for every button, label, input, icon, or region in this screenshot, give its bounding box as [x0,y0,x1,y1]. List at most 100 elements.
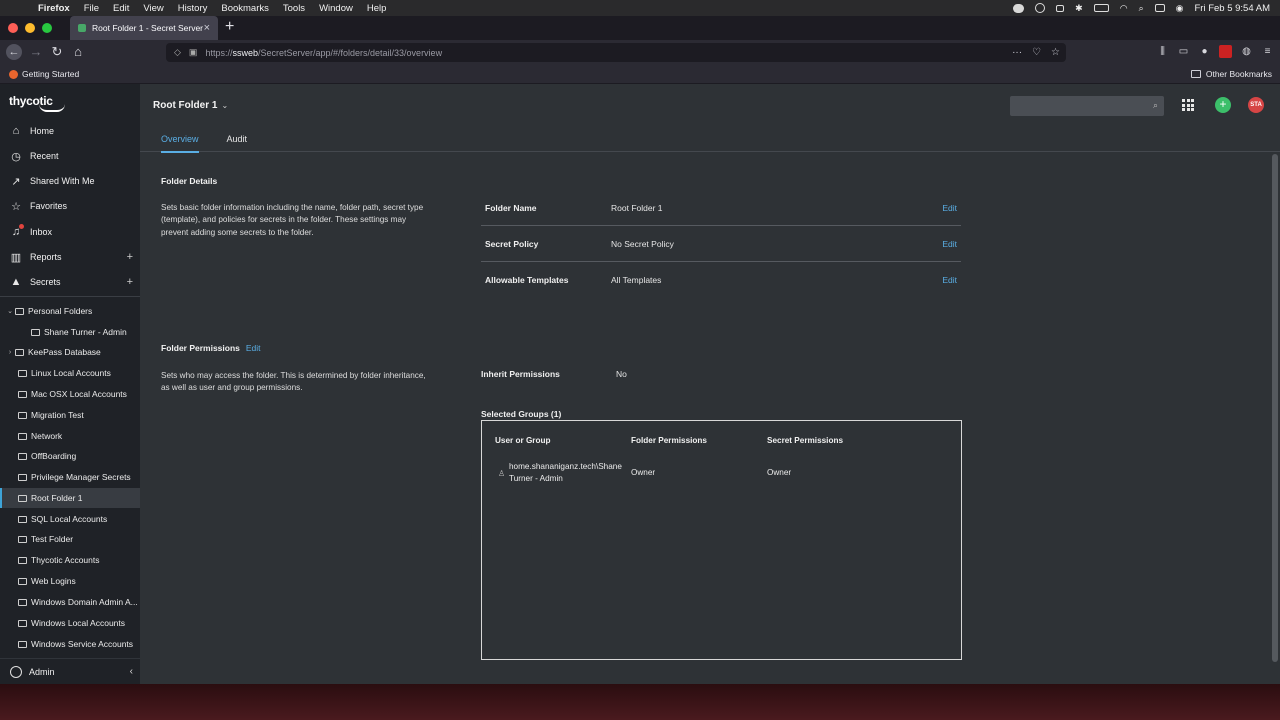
folder-thycotic-accounts[interactable]: Thycotic Accounts [0,550,140,570]
sidebar-item-secrets[interactable]: ▲ Secrets + [0,271,140,293]
home-button[interactable]: ⌂ [70,44,86,60]
add-secret-icon[interactable]: + [127,276,133,288]
control-center-icon[interactable] [1154,4,1165,12]
library-icon[interactable]: ⫼ [1156,45,1169,58]
table-cell-folder-permission[interactable]: Owner [631,467,655,479]
folder-label: OffBoarding [31,451,77,461]
folder-label: Thycotic Accounts [31,555,100,565]
close-window-button[interactable] [8,23,18,33]
folder-shane-turner-admin[interactable]: Shane Turner - Admin [0,322,140,342]
menu-window[interactable]: Window [319,3,353,14]
add-report-icon[interactable]: + [127,251,133,263]
folder-icon [18,577,27,585]
bookmark-getting-started[interactable]: Getting Started [9,69,79,79]
extension-2-icon[interactable]: ◍ [1240,45,1253,58]
bluetooth-icon[interactable]: ✱ [1075,3,1083,14]
page-scrollbar[interactable] [1272,154,1278,662]
forward-button[interactable]: → [28,44,44,60]
sidebar-item-reports[interactable]: ▥ Reports + [0,246,140,268]
sidebar-item-inbox[interactable]: ♫ Inbox [0,221,140,243]
add-button[interactable]: + [1215,97,1231,113]
search-icon[interactable]: ⌕ [1153,100,1158,111]
bookmark-star-icon[interactable]: ☆ [1051,47,1060,58]
sidebar-item-home[interactable]: ⌂ Home [0,120,140,142]
menubar-clock[interactable]: Fri Feb 5 9:54 AM [1194,3,1270,14]
page-actions-icon[interactable]: ··· [1012,47,1022,58]
folder-linux-local-accounts[interactable]: Linux Local Accounts [0,363,140,383]
menu-help[interactable]: Help [367,3,387,14]
extension-icon[interactable] [1219,45,1232,58]
edit-allowable-templates-link[interactable]: Edit [942,275,961,285]
folder-web-logins[interactable]: Web Logins [0,571,140,591]
folder-icon [15,307,24,315]
folder-label: Root Folder 1 [31,493,83,503]
folder-sql-local-accounts[interactable]: SQL Local Accounts [0,509,140,529]
sidebar-item-recent[interactable]: ◷ Recent [0,145,140,167]
battery-icon[interactable] [1093,4,1109,12]
folder-network[interactable]: Network [0,426,140,446]
folder-windows-local-accounts[interactable]: Windows Local Accounts [0,613,140,633]
account-icon[interactable]: ● [1198,45,1211,58]
chevron-down-icon[interactable]: ⌄ [221,101,228,110]
browser-tabbar: Root Folder 1 - Secret Server × + [0,16,1280,40]
table-cell-secret-permission[interactable]: Owner [767,467,791,479]
folder-test-folder[interactable]: Test Folder [0,529,140,549]
folder-label: Personal Folders [28,306,93,316]
minimize-window-button[interactable] [25,23,35,33]
chevron-right-icon[interactable]: › [5,349,15,356]
shield-icon[interactable]: ◇ [174,47,181,58]
menu-view[interactable]: View [143,3,163,14]
folder-windows-service-accounts[interactable]: Windows Service Accounts [0,634,140,654]
folder-keepass-database[interactable]: › KeePass Database [0,342,140,362]
collapse-sidebar-icon[interactable]: ‹ [130,666,133,677]
edit-permissions-link[interactable]: Edit [246,343,261,353]
close-tab-icon[interactable]: × [204,22,210,34]
app-grid-icon[interactable] [1182,99,1194,111]
siri-icon[interactable]: ◉ [1176,3,1184,14]
chevron-down-icon[interactable]: ⌄ [5,307,15,315]
lock-icon[interactable]: ▣ [189,47,198,58]
clock-icon: ◷ [11,150,21,163]
vpn-icon[interactable] [1035,3,1046,13]
thycotic-logo[interactable]: thycotic [9,94,65,112]
user-avatar-icon[interactable] [10,665,22,678]
menu-bookmarks[interactable]: Bookmarks [221,3,269,14]
sidebar-item-favorites[interactable]: ☆ Favorites [0,195,140,217]
page-title[interactable]: Root Folder 1 ⌄ [153,100,228,111]
search-input[interactable]: ⌕ [1010,96,1164,116]
folder-offboarding[interactable]: OffBoarding [0,446,140,466]
cloud-icon[interactable] [1013,3,1025,13]
sidebar-item-shared-with-me[interactable]: ↗ Shared With Me [0,170,140,192]
tab-overview[interactable]: Overview [161,134,199,153]
folder-migration-test[interactable]: Migration Test [0,405,140,425]
footer-user-label[interactable]: Admin [29,667,55,677]
other-bookmarks[interactable]: Other Bookmarks [1190,69,1272,79]
folder-mac-osx-local-accounts[interactable]: Mac OSX Local Accounts [0,384,140,404]
user-avatar[interactable]: STA [1248,97,1264,113]
folder-root-folder-1[interactable]: Root Folder 1 [0,488,140,508]
back-button[interactable]: ← [6,44,22,60]
browser-tab-active[interactable]: Root Folder 1 - Secret Server × [70,16,218,40]
menu-hamburger-icon[interactable]: ≡ [1261,45,1274,58]
table-cell-user[interactable]: home.shananiganz.tech\Shane Turner - Adm… [509,461,625,485]
reload-button[interactable]: ↻ [49,44,65,60]
edit-folder-name-link[interactable]: Edit [942,203,961,213]
url-bar[interactable]: ◇ ▣ https://ssweb/SecretServer/app/#/fol… [166,43,1066,62]
new-tab-button[interactable]: + [225,18,234,36]
menu-app-firefox[interactable]: Firefox [38,3,70,14]
zoom-window-button[interactable] [42,23,52,33]
sidebar-toggle-icon[interactable]: ▭ [1177,45,1190,58]
folder-windows-domain-admin[interactable]: Windows Domain Admin A... [0,592,140,612]
tab-audit[interactable]: Audit [227,134,248,153]
folder-privilege-manager-secrets[interactable]: Privilege Manager Secrets [0,467,140,487]
spotlight-search-icon[interactable]: ⌕ [1139,3,1144,14]
clipboard-icon[interactable] [1056,4,1065,12]
menu-edit[interactable]: Edit [113,3,129,14]
folder-personal-folders[interactable]: ⌄ Personal Folders [0,301,140,321]
wifi-icon[interactable]: ◠ [1120,3,1128,14]
menu-history[interactable]: History [178,3,208,14]
pocket-icon[interactable]: ♡ [1032,47,1041,58]
edit-secret-policy-link[interactable]: Edit [942,239,961,249]
menu-tools[interactable]: Tools [283,3,305,14]
menu-file[interactable]: File [84,3,99,14]
